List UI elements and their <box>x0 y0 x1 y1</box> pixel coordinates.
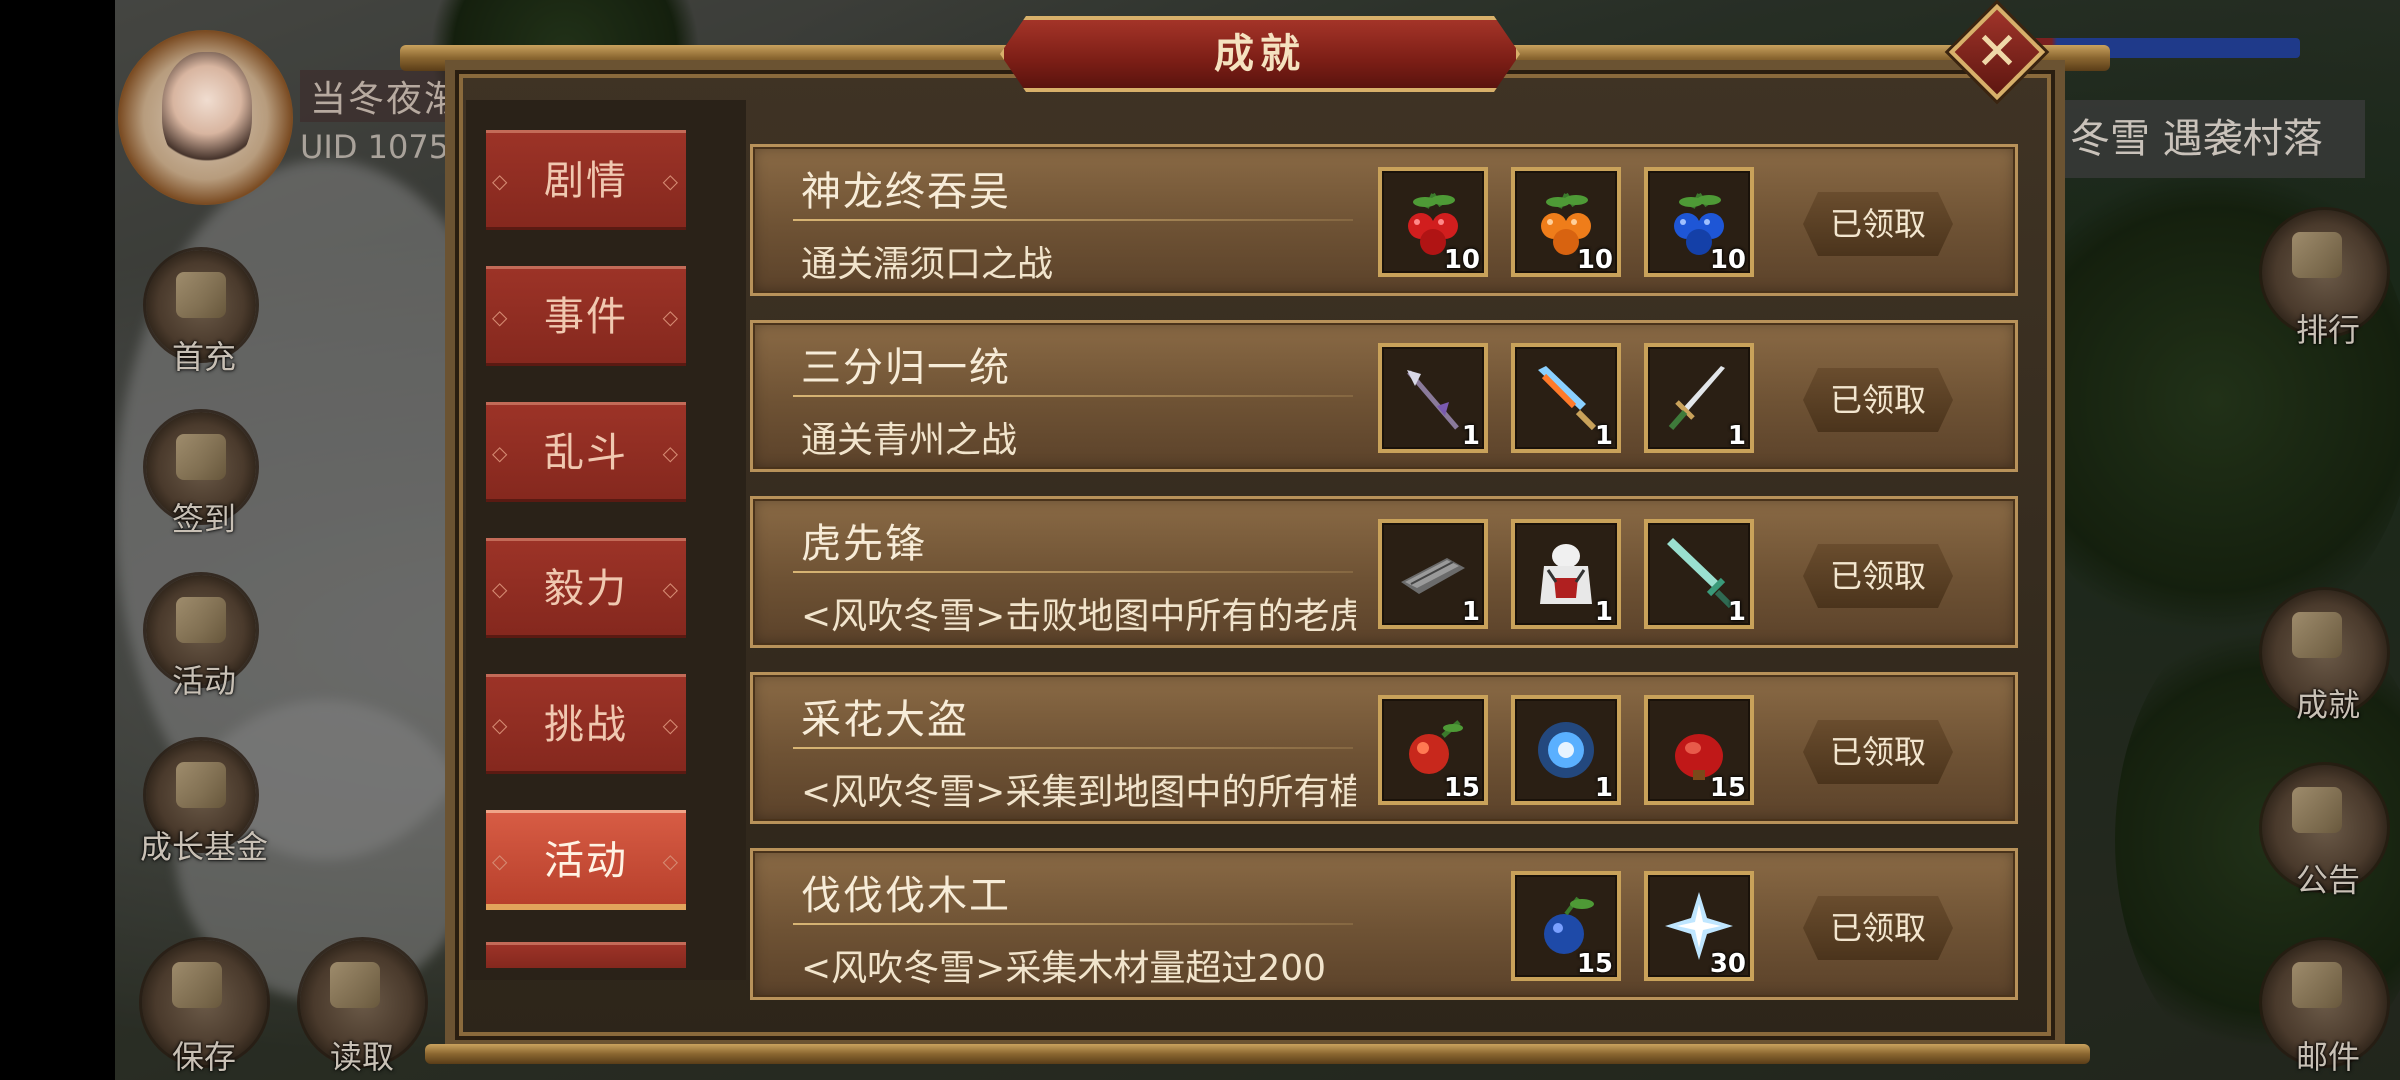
reward-slot[interactable]: 15 <box>1511 871 1621 981</box>
halberd-icon <box>1407 370 1459 430</box>
tab-challenge[interactable]: 挑战 <box>486 674 686 774</box>
scroll-case-icon <box>1401 558 1465 594</box>
load-icon <box>330 962 380 1008</box>
claimed-button[interactable]: 已领取 <box>1803 896 1953 960</box>
divider <box>793 571 1353 573</box>
claimed-button[interactable]: 已领取 <box>1803 192 1953 256</box>
mail-icon <box>2292 962 2342 1008</box>
reward-slot[interactable]: 1 <box>1511 519 1621 629</box>
plant-icon <box>176 762 226 808</box>
achievement-row: 采花大盗 <风吹冬雪>采集到地图中的所有植物 15 1 15 已领取 <box>750 672 2018 824</box>
tab-melee[interactable]: 乱斗 <box>486 402 686 502</box>
reward-slot[interactable]: 1 <box>1511 695 1621 805</box>
reward-qty: 10 <box>1443 245 1480 275</box>
achievement-row: 三分归一统 通关青州之战 1 1 1 已领取 <box>750 320 2018 472</box>
reward-qty: 15 <box>1576 949 1613 979</box>
reward-qty: 1 <box>1461 421 1480 451</box>
achievement-list[interactable]: 神龙终吞吴 通关濡须口之战 10 10 10 已领取 三分归一统 通关青州之战 … <box>745 140 2023 1000</box>
growth-fund-label: 成长基金 <box>139 828 268 866</box>
claimed-button[interactable]: 已领取 <box>1803 368 1953 432</box>
reward-slot[interactable]: 1 <box>1378 519 1488 629</box>
reward-qty: 1 <box>1594 597 1613 627</box>
reward-qty: 1 <box>1727 421 1746 451</box>
reward-qty: 15 <box>1443 773 1480 803</box>
achievement-desc: <风吹冬雪>采集木材量超过200 <box>801 948 1327 989</box>
achievement-desc: 通关青州之战 <box>801 420 1018 461</box>
tiger-armor-icon <box>1540 544 1592 604</box>
reward-slot[interactable]: 15 <box>1378 695 1488 805</box>
flame-blade-icon <box>1538 366 1597 431</box>
flower-icon <box>176 597 226 643</box>
achievement-desc: 通关濡须口之战 <box>801 244 1054 285</box>
achievement-desc: <风吹冬雪>采集到地图中的所有植物 <box>801 772 1356 813</box>
reward-qty: 1 <box>1594 421 1613 451</box>
panel-title: 成就 <box>1214 31 1306 77</box>
reward-slot[interactable]: 1 <box>1644 343 1754 453</box>
achievement-icon <box>2292 612 2342 658</box>
achievement-title: 伐伐伐木工 <box>801 873 1011 919</box>
reward-qty: 15 <box>1709 773 1746 803</box>
category-tabs: 剧情 事件 乱斗 毅力 挑战 活动 <box>466 100 746 980</box>
reward-qty: 10 <box>1576 245 1613 275</box>
achievement-row: 伐伐伐木工 <风吹冬雪>采集木材量超过200 15 30 已领取 <box>750 848 2018 1000</box>
reward-slot[interactable]: 30 <box>1644 871 1754 981</box>
reward-slot[interactable]: 15 <box>1644 695 1754 805</box>
mail-label: 邮件 <box>2295 1038 2360 1076</box>
reward-slot[interactable]: 10 <box>1644 167 1754 277</box>
reward-qty: 10 <box>1709 245 1746 275</box>
reward-qty: 30 <box>1709 949 1746 979</box>
achievement-desc: <风吹冬雪>击败地图中所有的老虎 <box>801 596 1356 637</box>
achievement-title: 三分归一统 <box>801 345 1011 391</box>
reward-slot[interactable]: 10 <box>1378 167 1488 277</box>
events-label: 活动 <box>171 662 236 700</box>
reward-slot[interactable]: 1 <box>1378 343 1488 453</box>
reward-qty: 1 <box>1727 597 1746 627</box>
reward-slot[interactable]: 1 <box>1644 519 1754 629</box>
tab-activity[interactable]: 活动 <box>486 810 686 910</box>
save-label: 保存 <box>171 1038 236 1076</box>
divider <box>793 219 1353 221</box>
blue-orb-icon <box>1538 722 1594 778</box>
tab-overflow-stub[interactable] <box>486 942 686 968</box>
reward-qty: 1 <box>1461 597 1480 627</box>
divider <box>793 923 1353 925</box>
ranking-label: 排行 <box>2295 311 2360 349</box>
tab-story[interactable]: 剧情 <box>486 130 686 230</box>
location-banner: 冬雪 遇袭村落 <box>2060 100 2365 178</box>
save-icon <box>172 962 222 1008</box>
claimed-button[interactable]: 已领取 <box>1803 544 1953 608</box>
first-recharge-label: 首充 <box>171 338 236 376</box>
reward-slot[interactable]: 10 <box>1511 167 1621 277</box>
green-sword-icon <box>1668 366 1725 430</box>
player-avatar <box>162 52 252 172</box>
load-label: 读取 <box>329 1038 394 1076</box>
player-uid: UID 1075 <box>300 128 450 166</box>
sign-in-label: 签到 <box>171 500 236 538</box>
divider <box>793 747 1353 749</box>
scroll-icon <box>2292 787 2342 833</box>
announcement-label: 公告 <box>2295 861 2360 899</box>
claimed-button[interactable]: 已领取 <box>1803 720 1953 784</box>
ranking-icon <box>2292 232 2342 278</box>
achievement-title: 神龙终吞吴 <box>801 169 1011 215</box>
achievement-row: 神龙终吞吴 通关濡须口之战 10 10 10 已领取 <box>750 144 2018 296</box>
tab-perseverance[interactable]: 毅力 <box>486 538 686 638</box>
panel-bottom-rail <box>425 1044 2090 1064</box>
divider <box>793 395 1353 397</box>
achievement-label: 成就 <box>2295 686 2360 724</box>
jade-sword-icon <box>1667 538 1734 609</box>
scroll-icon <box>176 434 226 480</box>
tab-events[interactable]: 事件 <box>486 266 686 366</box>
reward-qty: 1 <box>1594 773 1613 803</box>
close-button[interactable]: ✕ <box>1963 18 2031 86</box>
achievement-title: 虎先锋 <box>801 521 927 567</box>
achievement-row: 虎先锋 <风吹冬雪>击败地图中所有的老虎 1 1 1 已领取 <box>750 496 2018 648</box>
reward-slot[interactable]: 1 <box>1511 343 1621 453</box>
gift-icon <box>176 272 226 318</box>
achievement-title: 采花大盗 <box>801 697 969 743</box>
